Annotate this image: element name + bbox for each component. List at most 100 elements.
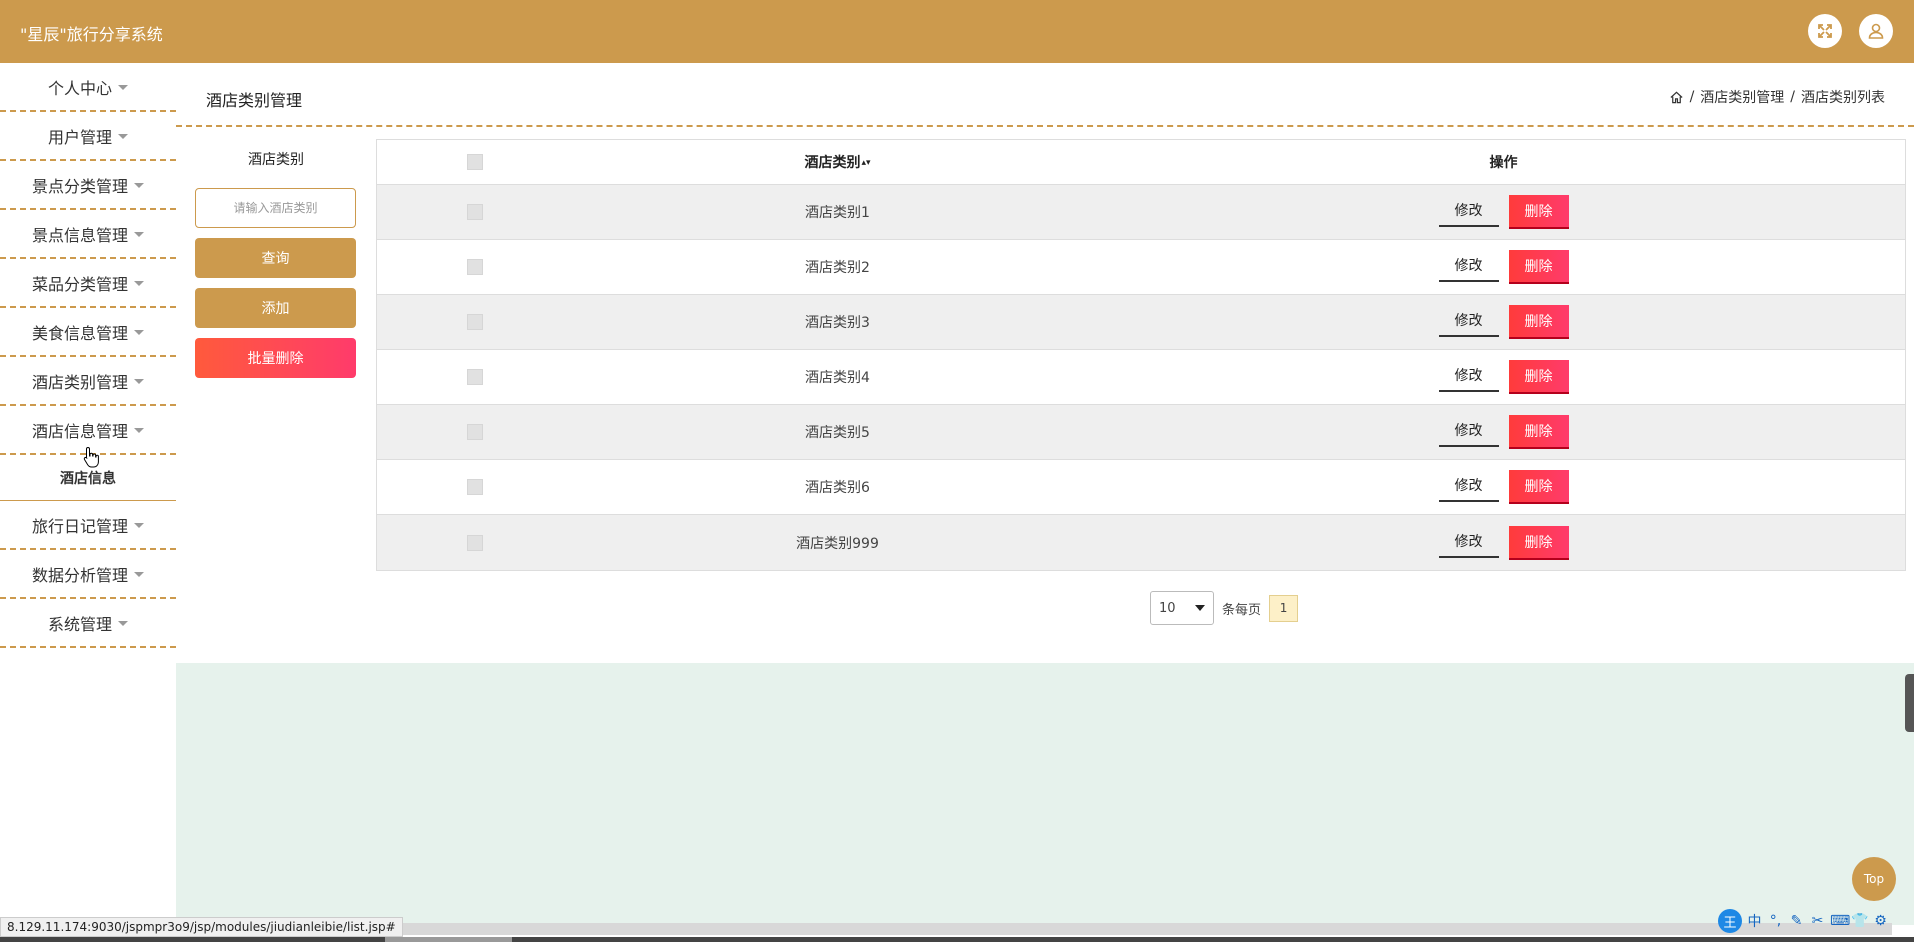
edit-button[interactable]: 修改 bbox=[1438, 250, 1499, 282]
breadcrumb-separator: / bbox=[1790, 89, 1795, 105]
add-button[interactable]: 添加 bbox=[195, 288, 356, 328]
mouse-cursor-icon bbox=[83, 446, 99, 468]
filter-label: 酒店类别 bbox=[248, 152, 304, 168]
top-header: "星辰"旅行分享系统 bbox=[0, 0, 1914, 63]
ime-chinese-mode-icon[interactable]: 中 bbox=[1746, 911, 1763, 931]
sidebar: 个人中心 用户管理 景点分类管理 景点信息管理 菜品分类管理 美食信息管理 酒店… bbox=[0, 63, 176, 923]
row-checkbox[interactable] bbox=[467, 479, 483, 495]
ime-logo-icon[interactable]: 王 bbox=[1718, 909, 1742, 933]
fullscreen-icon bbox=[1818, 24, 1832, 38]
user-icon bbox=[1868, 23, 1884, 39]
edit-button[interactable]: 修改 bbox=[1438, 526, 1499, 558]
sidebar-item-label: 美食信息管理 bbox=[31, 323, 128, 343]
side-drawer-handle[interactable] bbox=[1905, 674, 1914, 732]
sidebar-item-scenic-category[interactable]: 景点分类管理 bbox=[0, 161, 176, 210]
sidebar-item-label: 酒店类别管理 bbox=[31, 372, 128, 392]
edit-button[interactable]: 修改 bbox=[1438, 195, 1499, 227]
sidebar-item-label: 系统管理 bbox=[47, 614, 112, 634]
scrollbar-thumb[interactable] bbox=[385, 937, 512, 942]
sidebar-item-label: 旅行日记管理 bbox=[31, 516, 128, 536]
ime-keyboard-icon[interactable]: ⌨ bbox=[1830, 913, 1850, 929]
category-cell: 酒店类别999 bbox=[796, 535, 879, 552]
page-size-select[interactable]: 10 bbox=[1150, 591, 1214, 625]
breadcrumb-item[interactable]: 酒店类别管理 bbox=[1700, 87, 1784, 107]
breadcrumb: / 酒店类别管理 / 酒店类别列表 bbox=[1669, 87, 1885, 107]
table-row: 酒店类别999 修改 删除 bbox=[377, 515, 1905, 570]
sidebar-item-hotel-category[interactable]: 酒店类别管理 bbox=[0, 357, 176, 406]
ime-scissors-icon[interactable]: ✂ bbox=[1809, 913, 1826, 929]
sidebar-item-food-info[interactable]: 美食信息管理 bbox=[0, 308, 176, 357]
row-checkbox[interactable] bbox=[467, 204, 483, 220]
status-url: 8.129.11.174:9030/jspmpr3o9/jsp/modules/… bbox=[0, 917, 403, 937]
ime-handwrite-icon[interactable]: ✎ bbox=[1788, 913, 1805, 929]
column-header-category[interactable]: 酒店类别▴▾ bbox=[573, 152, 1102, 172]
delete-button[interactable]: 删除 bbox=[1508, 250, 1569, 284]
back-to-top-button[interactable]: Top bbox=[1852, 857, 1896, 901]
category-cell: 酒店类别5 bbox=[805, 425, 870, 441]
search-panel: 酒店类别 查询 添加 批量删除 bbox=[195, 140, 357, 378]
sidebar-item-label: 景点分类管理 bbox=[31, 176, 128, 196]
chevron-down-icon bbox=[134, 428, 144, 433]
chevron-down-icon bbox=[118, 621, 128, 626]
table-row: 酒店类别3 修改 删除 bbox=[377, 295, 1905, 350]
edit-button[interactable]: 修改 bbox=[1438, 470, 1499, 502]
delete-button[interactable]: 删除 bbox=[1508, 360, 1569, 394]
chevron-down-icon bbox=[134, 379, 144, 384]
chevron-down-icon bbox=[118, 85, 128, 90]
ime-punctuation-icon[interactable]: °, bbox=[1767, 913, 1784, 929]
sidebar-item-travel-diary[interactable]: 旅行日记管理 bbox=[0, 501, 176, 550]
fullscreen-button[interactable] bbox=[1808, 14, 1842, 48]
edit-button[interactable]: 修改 bbox=[1438, 415, 1499, 447]
row-checkbox[interactable] bbox=[467, 369, 483, 385]
select-all-checkbox[interactable] bbox=[467, 154, 483, 170]
edit-button[interactable]: 修改 bbox=[1438, 305, 1499, 337]
chevron-down-icon bbox=[118, 134, 128, 139]
sidebar-item-personal-center[interactable]: 个人中心 bbox=[0, 63, 176, 112]
sidebar-item-data-analysis[interactable]: 数据分析管理 bbox=[0, 550, 176, 599]
chevron-down-icon bbox=[134, 183, 144, 188]
category-cell: 酒店类别4 bbox=[805, 370, 870, 386]
sidebar-item-users[interactable]: 用户管理 bbox=[0, 112, 176, 161]
user-button[interactable] bbox=[1859, 14, 1893, 48]
ime-settings-icon[interactable]: ⚙ bbox=[1872, 913, 1889, 929]
row-checkbox[interactable] bbox=[467, 424, 483, 440]
query-button[interactable]: 查询 bbox=[195, 238, 356, 278]
chevron-down-icon bbox=[134, 232, 144, 237]
sort-icon: ▴▾ bbox=[861, 158, 871, 168]
per-page-label: 条每页 bbox=[1222, 602, 1262, 618]
chevron-down-icon bbox=[134, 523, 144, 528]
column-header-actions: 操作 bbox=[1489, 155, 1518, 171]
app-title: "星辰"旅行分享系统 bbox=[20, 25, 163, 44]
delete-button[interactable]: 删除 bbox=[1508, 415, 1569, 449]
table-row: 酒店类别4 修改 删除 bbox=[377, 350, 1905, 405]
row-checkbox[interactable] bbox=[467, 534, 483, 551]
sidebar-item-dish-category[interactable]: 菜品分类管理 bbox=[0, 259, 176, 308]
page-number-button[interactable]: 1 bbox=[1269, 594, 1299, 622]
ime-toolbar: 王 中 °, ✎ ✂ ⌨ 👕 ⚙ bbox=[1718, 909, 1889, 933]
delete-button[interactable]: 删除 bbox=[1508, 195, 1569, 229]
edit-button[interactable]: 修改 bbox=[1438, 360, 1499, 392]
row-checkbox[interactable] bbox=[467, 259, 483, 275]
sidebar-item-system[interactable]: 系统管理 bbox=[0, 599, 176, 648]
table-row: 酒店类别1 修改 删除 bbox=[377, 185, 1905, 240]
home-icon[interactable] bbox=[1669, 90, 1684, 105]
delete-button[interactable]: 删除 bbox=[1508, 470, 1569, 504]
delete-button[interactable]: 删除 bbox=[1508, 305, 1569, 339]
chevron-down-icon bbox=[134, 572, 144, 577]
pagination: 10 条每页 1 bbox=[1150, 591, 1299, 625]
sidebar-item-label: 酒店信息管理 bbox=[31, 421, 128, 441]
sidebar-item-label: 用户管理 bbox=[47, 127, 112, 147]
chevron-down-icon bbox=[134, 330, 144, 335]
delete-button[interactable]: 删除 bbox=[1508, 525, 1569, 560]
ime-skin-icon[interactable]: 👕 bbox=[1851, 913, 1868, 929]
chevron-down-icon bbox=[134, 281, 144, 286]
table-row: 酒店类别5 修改 删除 bbox=[377, 405, 1905, 460]
horizontal-scrollbar[interactable] bbox=[376, 923, 1892, 935]
category-cell: 酒店类别2 bbox=[805, 260, 870, 276]
page-header: 酒店类别管理 / 酒店类别管理 / 酒店类别列表 bbox=[176, 63, 1914, 127]
row-checkbox[interactable] bbox=[467, 314, 483, 330]
hotel-category-search-input[interactable] bbox=[195, 188, 356, 228]
sidebar-item-label: 菜品分类管理 bbox=[31, 274, 128, 294]
batch-delete-button[interactable]: 批量删除 bbox=[195, 338, 356, 378]
sidebar-item-scenic-info[interactable]: 景点信息管理 bbox=[0, 210, 176, 259]
